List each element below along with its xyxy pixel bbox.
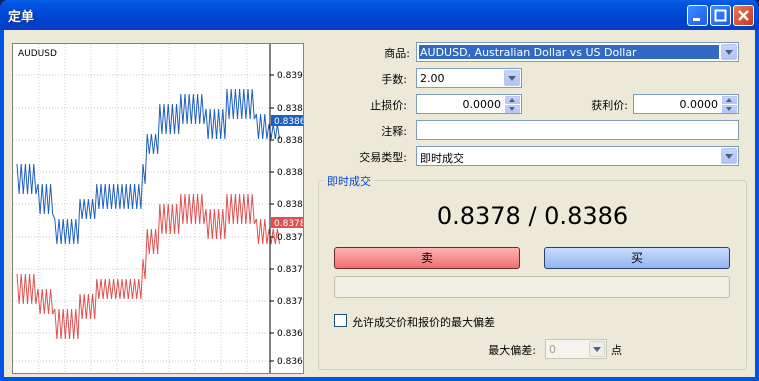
price-tick-label: 0.8382: [277, 168, 303, 178]
symbol-label: 商品:: [384, 47, 410, 60]
window-title: 定单: [8, 10, 35, 25]
price-tick-label: 0.8374: [277, 265, 303, 275]
price-tick-label: 0.8380: [277, 200, 303, 210]
price-tick-label: 0.8387: [277, 104, 303, 114]
price-tick-label: 0.8390: [277, 71, 303, 81]
stop-loss-value: 0.0000: [462, 98, 502, 111]
minimize-icon: [693, 18, 700, 21]
title-bar[interactable]: 定单: [0, 0, 759, 30]
volume-label: 手数:: [381, 73, 407, 86]
maximize-icon: [714, 9, 727, 22]
bid-price-tag-label: 0.8378: [274, 219, 303, 229]
take-profit-label: 获利价:: [591, 99, 628, 112]
max-deviation-label: 最大偏差:: [488, 344, 536, 357]
take-profit-input[interactable]: 0.0000: [633, 94, 739, 114]
price-tick-label: 0.8369: [277, 329, 303, 339]
bid-line: [16, 193, 280, 340]
price-tick-label: 0.8377: [277, 233, 303, 243]
quote-display: 0.8378 / 0.8386: [436, 202, 629, 230]
spin-down-icon[interactable]: [505, 105, 520, 113]
ask-line: [16, 88, 280, 245]
instant-execution-title: 即时成交: [324, 173, 374, 189]
tick-chart: 0.8390 0.8387 0.8385 0.8382 0.8380 0.8377 0.83…: [12, 43, 304, 374]
max-deviation-combo[interactable]: 0: [545, 339, 607, 359]
close-button[interactable]: [733, 5, 754, 26]
comment-input[interactable]: [416, 120, 739, 140]
order-window: 定单 0.83900.83870.83850.83820.83800.83770…: [0, 0, 759, 381]
order-type-label: 交易类型:: [359, 151, 407, 164]
maximize-button[interactable]: [710, 5, 731, 26]
deviation-checkbox[interactable]: [334, 314, 347, 327]
tick-chart-plot: 0.8390 0.8387 0.8385 0.8382 0.8380 0.8377 0.83…: [13, 44, 303, 373]
sell-button-label: 卖: [420, 251, 433, 265]
deviation-checkbox-label[interactable]: 允许成交价和报价的最大偏差: [352, 314, 495, 330]
order-type-select[interactable]: 即时成交: [416, 146, 739, 166]
buy-button[interactable]: 买: [544, 247, 730, 269]
chevron-down-icon[interactable]: [504, 70, 520, 86]
close-icon: [738, 10, 749, 21]
stop-loss-label: 止损价:: [370, 99, 407, 112]
spin-down-icon[interactable]: [722, 105, 737, 113]
price-tick-label: 0.8385: [277, 136, 303, 146]
volume-value: 2.00: [420, 72, 445, 85]
status-bar: [334, 276, 730, 298]
stop-loss-input[interactable]: 0.0000: [416, 94, 522, 114]
spin-up-icon[interactable]: [722, 96, 737, 104]
chevron-down-icon[interactable]: [589, 341, 605, 357]
chart-symbol-label: AUDUSD: [18, 49, 57, 59]
comment-label: 注释:: [381, 125, 407, 138]
symbol-select-value: AUDUSD, Australian Dollar vs US Dollar: [420, 46, 637, 59]
buy-button-label: 买: [630, 251, 643, 265]
price-tick-label: 0.8367: [277, 357, 303, 367]
symbol-select[interactable]: AUDUSD, Australian Dollar vs US Dollar: [416, 42, 739, 62]
chevron-down-icon[interactable]: [721, 148, 737, 164]
price-tick-label: 0.8372: [277, 297, 303, 307]
ask-price-tag-label: 0.8386: [274, 117, 303, 127]
sell-button[interactable]: 卖: [334, 247, 520, 269]
minimize-button[interactable]: [687, 5, 708, 26]
dialog-body: 0.8390 0.8387 0.8385 0.8382 0.8380 0.8377 0.83…: [4, 30, 755, 377]
spin-up-icon[interactable]: [505, 96, 520, 104]
volume-combo[interactable]: 2.00: [416, 68, 522, 88]
chevron-down-icon[interactable]: [721, 44, 737, 60]
max-deviation-unit: 点: [611, 344, 622, 357]
max-deviation-value: 0: [549, 343, 556, 356]
take-profit-value: 0.0000: [679, 98, 719, 111]
order-type-value: 即时成交: [420, 152, 464, 165]
